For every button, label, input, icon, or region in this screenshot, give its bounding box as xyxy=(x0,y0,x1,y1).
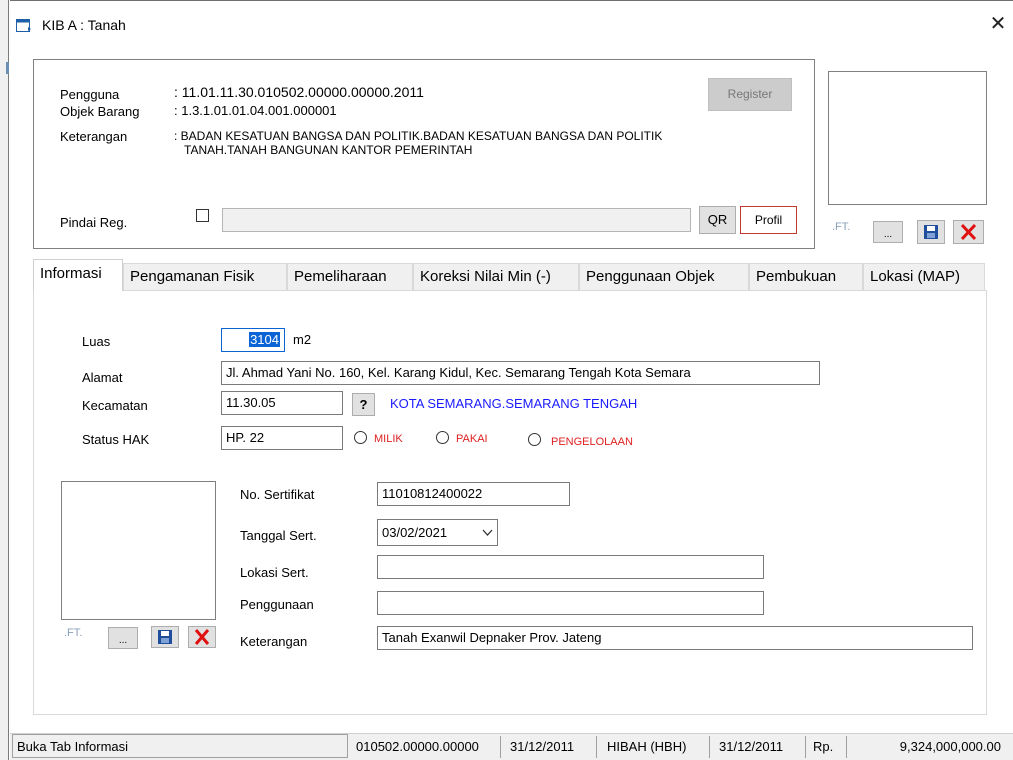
tab-lokasi-map[interactable]: Lokasi (MAP) xyxy=(863,263,985,290)
save-icon xyxy=(924,225,938,239)
keterangan-header-line1: : BADAN KESATUAN BANGSA DAN POLITIK.BADA… xyxy=(174,129,663,143)
ft-label-bottom: .FT. xyxy=(64,627,83,639)
tanggal-sert-value: 03/02/2021 xyxy=(382,525,448,540)
tanggal-sert-label: Tanggal Sert. xyxy=(240,528,317,543)
radio-pengelolaan-label: PENGELOLAAN xyxy=(551,436,633,448)
photo-preview-bottom[interactable] xyxy=(61,481,216,620)
radio-milik-label: MILIK xyxy=(374,433,403,445)
status-message: Buka Tab Informasi xyxy=(17,739,129,754)
tab-pemeliharaan[interactable]: Pemeliharaan xyxy=(287,263,413,290)
alamat-label: Alamat xyxy=(82,370,123,385)
luas-unit: m2 xyxy=(293,332,312,347)
alamat-input[interactable]: Jl. Ahmad Yani No. 160, Kel. Karang Kidu… xyxy=(221,361,820,385)
status-acquisition: HIBAH (HBH) xyxy=(607,739,687,754)
luas-input[interactable]: 3104 xyxy=(221,328,285,352)
objek-barang-label: Objek Barang xyxy=(60,104,140,119)
keterangan-header-label: Keterangan xyxy=(60,129,128,144)
window-left-edge xyxy=(0,0,9,760)
status-amount: 9,324,000,000.00 xyxy=(899,739,1001,754)
luas-value: 3104 xyxy=(249,332,280,347)
penggunaan-label: Penggunaan xyxy=(240,597,314,612)
tab-pengamanan-fisik[interactable]: Pengamanan Fisik xyxy=(123,263,287,290)
tab-pembukuan[interactable]: Pembukuan xyxy=(749,263,863,290)
browse-photo-button-bottom[interactable]: ... xyxy=(108,627,138,649)
lokasi-sert-label: Lokasi Sert. xyxy=(240,565,309,580)
tanggal-sert-datepicker[interactable]: 03/02/2021 xyxy=(377,519,498,546)
tab-koreksi-nilai[interactable]: Koreksi Nilai Min (-) xyxy=(413,263,579,290)
ft-label-top: .FT. xyxy=(832,221,851,233)
header-groupbox: Pengguna : 11.01.11.30.010502.00000.0000… xyxy=(33,59,815,249)
status-separator xyxy=(805,736,806,758)
no-sertifikat-input[interactable]: 11010812400022 xyxy=(377,482,570,506)
edge-marker xyxy=(6,62,9,74)
keterangan-header-line2: TANAH.TANAH BANGUNAN KANTOR PEMERINTAH xyxy=(184,143,473,157)
status-separator xyxy=(500,736,501,758)
save-icon xyxy=(158,630,172,644)
tab-penggunaan-objek[interactable]: Penggunaan Objek xyxy=(579,263,749,290)
luas-label: Luas xyxy=(82,334,111,349)
delete-icon xyxy=(194,629,210,645)
kecamatan-input[interactable]: 11.30.05 xyxy=(221,391,343,415)
radio-pengelolaan[interactable] xyxy=(528,433,541,446)
delete-photo-button-top[interactable] xyxy=(953,220,984,244)
status-separator xyxy=(596,736,597,758)
delete-photo-button-bottom[interactable] xyxy=(188,626,216,648)
profil-button[interactable]: Profil xyxy=(740,206,797,234)
tab-informasi[interactable]: Informasi xyxy=(33,259,123,291)
browse-photo-button-top[interactable]: ... xyxy=(873,221,903,243)
status-code: 010502.00000.00000 xyxy=(356,739,479,754)
chevron-down-icon[interactable] xyxy=(482,529,493,537)
objek-barang-value: : 1.3.1.01.01.04.001.000001 xyxy=(174,103,337,118)
status-currency: Rp. xyxy=(813,739,834,754)
status-separator xyxy=(846,736,847,758)
radio-pakai-label: PAKAI xyxy=(456,433,488,445)
window-title: KIB A : Tanah xyxy=(42,17,126,33)
status-hak-label: Status HAK xyxy=(82,432,150,447)
close-button[interactable]: ✕ xyxy=(985,10,1011,38)
kecamatan-label: Kecamatan xyxy=(82,398,148,413)
document-icon xyxy=(16,19,31,32)
kecamatan-help-button[interactable]: ? xyxy=(352,393,375,416)
status-date2: 31/12/2011 xyxy=(719,739,784,754)
radio-milik[interactable] xyxy=(354,431,367,444)
keterangan-label: Keterangan xyxy=(240,634,308,649)
register-button[interactable]: Register xyxy=(708,78,792,111)
save-photo-button-bottom[interactable] xyxy=(151,626,179,648)
pindai-reg-label: Pindai Reg. xyxy=(60,215,128,230)
qr-button[interactable]: QR xyxy=(699,206,736,234)
keterangan-input[interactable]: Tanah Exanwil Depnaker Prov. Jateng xyxy=(377,626,973,650)
pindai-reg-input[interactable] xyxy=(222,208,691,232)
delete-icon xyxy=(960,223,977,241)
title-bar xyxy=(10,0,1013,48)
kecamatan-name: KOTA SEMARANG.SEMARANG TENGAH xyxy=(390,396,638,411)
pengguna-value: : 11.01.11.30.010502.00000.00000.2011 xyxy=(174,84,424,100)
penggunaan-input[interactable] xyxy=(377,591,764,615)
save-photo-button-top[interactable] xyxy=(917,220,945,244)
status-separator xyxy=(709,736,710,758)
lokasi-sert-input[interactable] xyxy=(377,555,764,579)
radio-pakai[interactable] xyxy=(436,431,449,444)
no-sertifikat-label: No. Sertifikat xyxy=(240,487,315,502)
pindai-reg-checkbox[interactable] xyxy=(196,209,209,222)
pengguna-label: Pengguna xyxy=(60,87,120,102)
status-hak-input[interactable]: HP. 22 xyxy=(221,426,343,450)
status-date1: 31/12/2011 xyxy=(510,739,575,754)
photo-preview-top[interactable] xyxy=(828,71,987,205)
